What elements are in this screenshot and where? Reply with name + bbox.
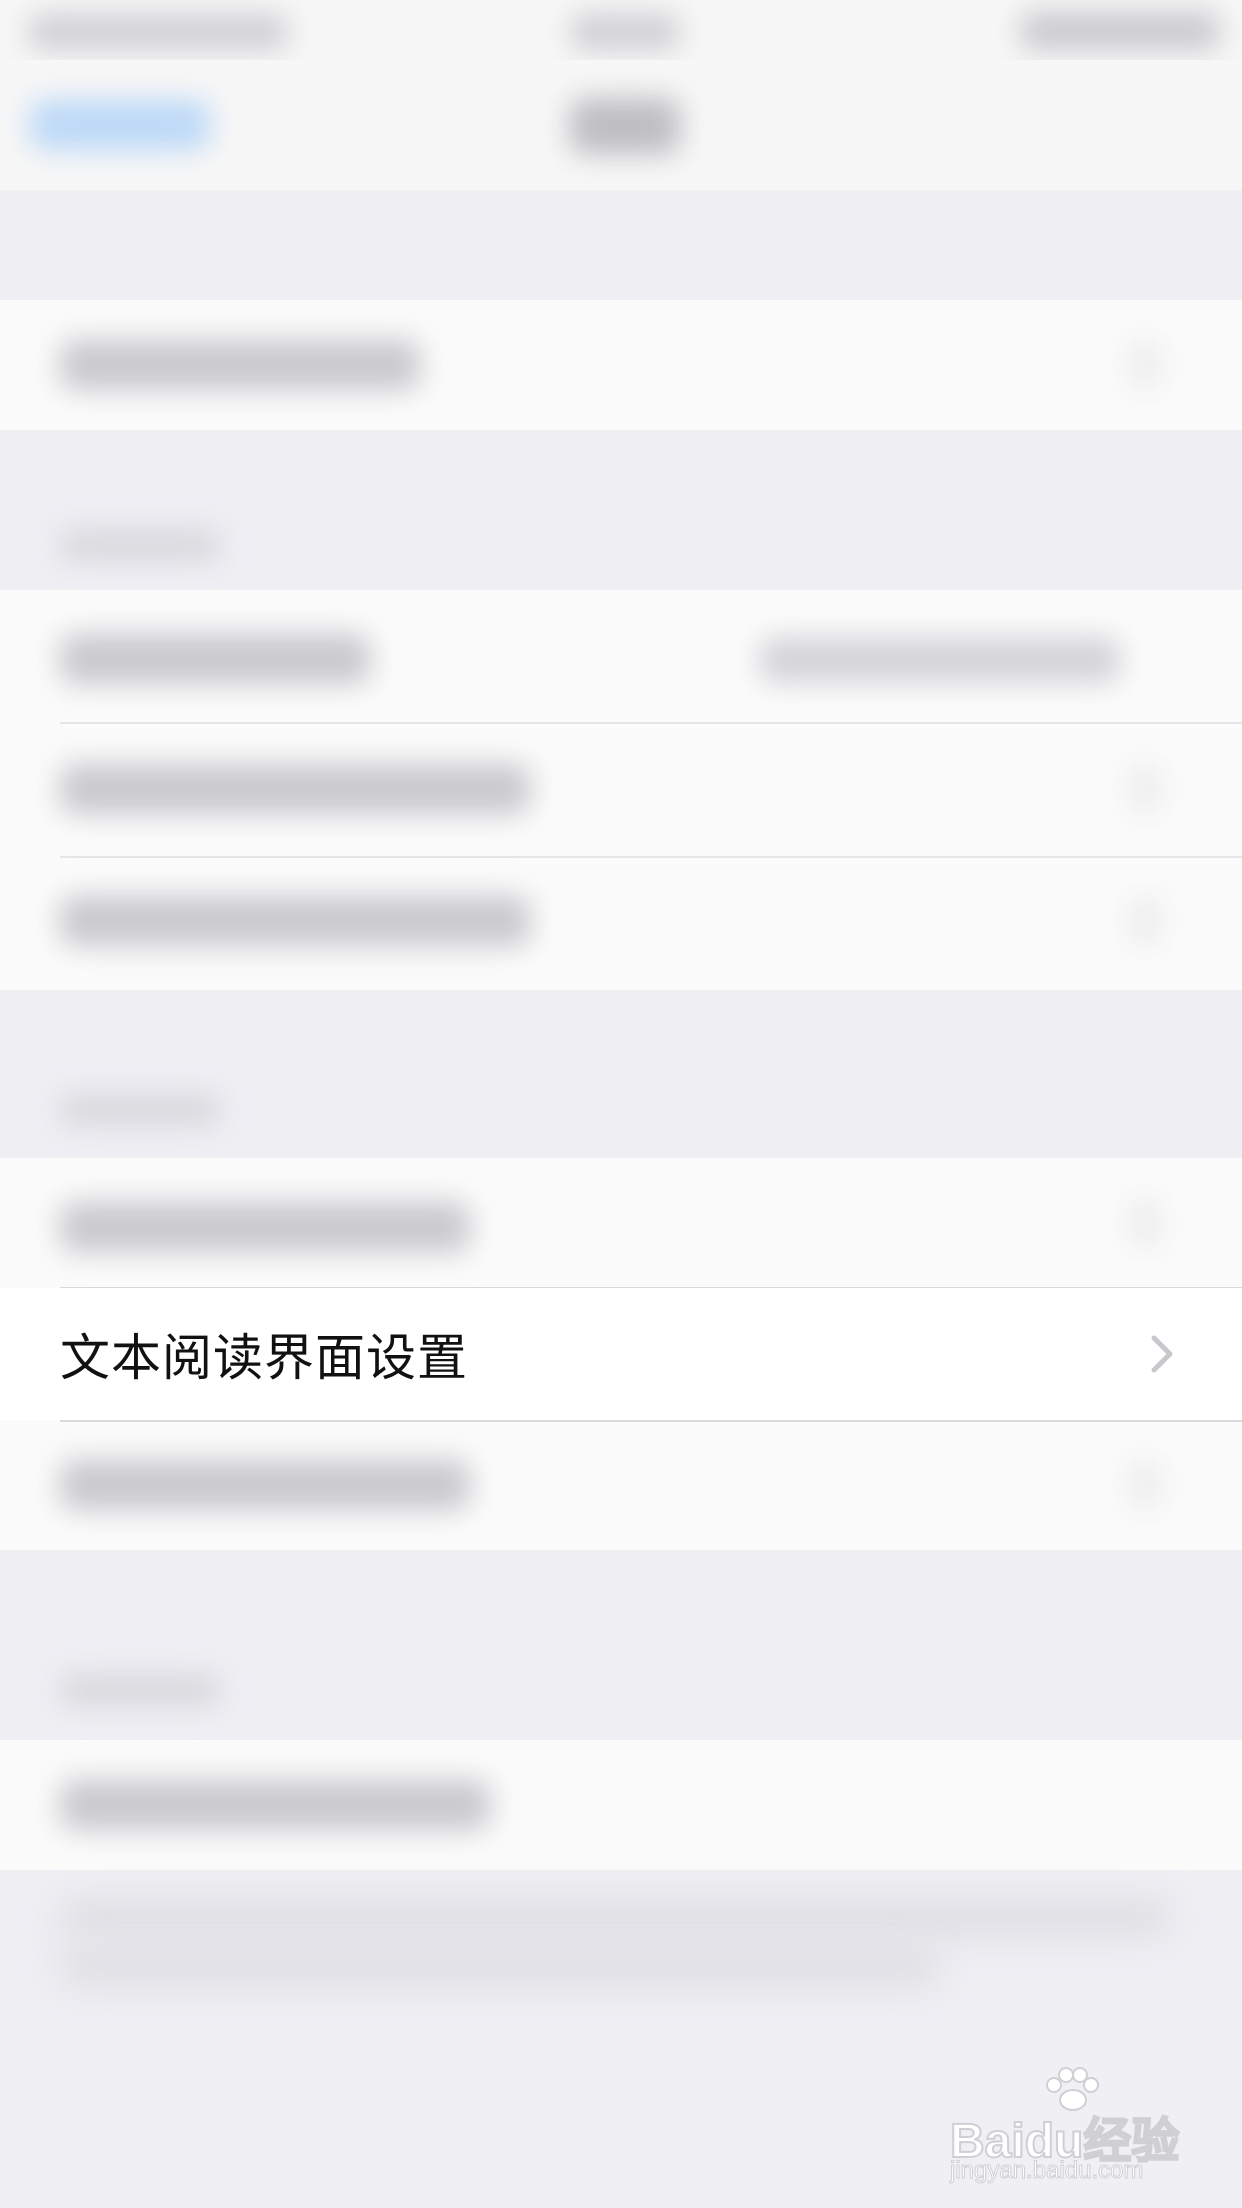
status-carrier-blur [28, 14, 288, 50]
chevron-right-icon [1130, 764, 1160, 814]
chevron-right-icon [1130, 1198, 1160, 1248]
row-label: 文本阅读界面设置 [60, 1329, 468, 1387]
status-bar [0, 0, 1242, 60]
navigation-bar [0, 60, 1242, 190]
settings-group-2 [0, 590, 1242, 990]
settings-group-4 [0, 1740, 1242, 1870]
chevron-right-icon [1130, 1460, 1160, 1510]
settings-row[interactable] [0, 1158, 1242, 1288]
row-divider-bottom [60, 1420, 1242, 1422]
text-reading-settings-row[interactable]: 文本阅读界面设置 [0, 1288, 1242, 1420]
section-header-blur [60, 1095, 220, 1125]
row-label-blur [60, 634, 370, 684]
row-label-blur [60, 1460, 470, 1510]
row-value-blur [760, 638, 1120, 682]
row-label-blur [60, 896, 530, 946]
row-label-blur [60, 764, 530, 814]
row-label-blur [60, 1780, 490, 1830]
settings-row[interactable] [0, 724, 1242, 854]
chevron-right-icon [1130, 340, 1160, 390]
chevron-right-icon [1151, 1335, 1173, 1373]
status-time-blur [570, 14, 680, 50]
section-header-blur [60, 530, 220, 560]
footer-note-blur [60, 1950, 940, 1984]
settings-row[interactable] [0, 1420, 1242, 1550]
section-header-blur [60, 1675, 220, 1705]
footer-note-blur [60, 1900, 1170, 1934]
status-battery-blur [1020, 12, 1220, 50]
settings-row[interactable] [0, 858, 1242, 988]
row-label-blur [60, 1202, 470, 1252]
settings-group-1 [0, 300, 1242, 430]
watermark-site: jingyan.baidu.com [949, 2157, 1144, 2185]
settings-row[interactable] [0, 590, 1242, 720]
chevron-right-icon [1130, 896, 1160, 946]
row-label-blur [60, 340, 420, 390]
baidu-watermark: Baidu经验 jingyan.baidu.com [949, 2065, 1190, 2185]
nav-title-blur [570, 98, 680, 154]
back-button-blur[interactable] [30, 100, 210, 150]
